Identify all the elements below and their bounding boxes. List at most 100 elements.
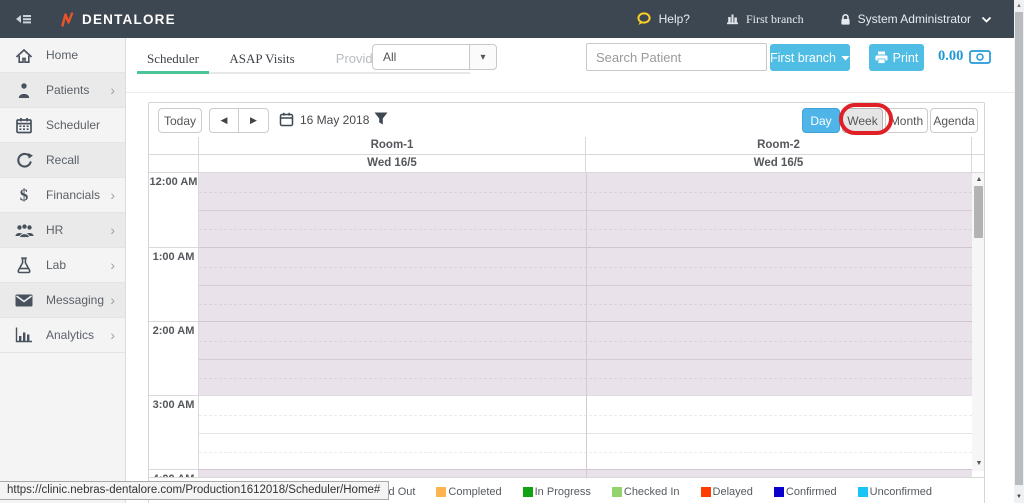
view-agenda-button[interactable]: Agenda xyxy=(930,108,978,133)
page-scrollbar-thumb[interactable] xyxy=(1015,12,1023,485)
next-day-button[interactable]: ▶ xyxy=(239,108,269,133)
calendar-scrollbar[interactable]: ▲ ▼ xyxy=(972,173,984,471)
legend-label: Unconfirmed xyxy=(870,486,932,498)
header-spacer-cell xyxy=(972,155,984,173)
sidebar-item-label: Financials xyxy=(46,188,100,202)
collapse-sidebar-button[interactable] xyxy=(10,12,32,26)
patient-icon xyxy=(14,82,34,99)
filter-funnel-icon[interactable] xyxy=(374,112,388,125)
scroll-down-arrow-icon[interactable]: ▼ xyxy=(972,458,984,469)
sidebar-item-label: Lab xyxy=(46,258,66,272)
room-name-header: Room-1 xyxy=(199,137,586,155)
time-label: 1:00 AM xyxy=(149,247,198,321)
calendar-toolbar: Today ◀ ▶ 16 May 2018 xyxy=(149,103,984,137)
tab-asap-visits[interactable]: ASAP Visits xyxy=(209,47,315,71)
legend-color-swatch xyxy=(858,487,868,497)
balance-display[interactable]: 0.00 xyxy=(938,48,991,65)
lock-icon xyxy=(840,13,851,26)
dollar-icon: $ xyxy=(14,186,34,204)
building-icon xyxy=(726,13,739,25)
view-week-button[interactable]: Week xyxy=(842,108,883,133)
legend-label: Completed xyxy=(448,486,501,498)
printer-icon xyxy=(875,51,888,64)
day-header: Wed 16/5 xyxy=(199,155,586,173)
today-button[interactable]: Today xyxy=(158,108,202,133)
sidebar-item-scheduler[interactable]: Scheduler xyxy=(0,108,125,143)
user-menu[interactable]: System Administrator xyxy=(840,12,992,26)
legend-color-swatch xyxy=(436,487,446,497)
page-scroll-down-icon[interactable]: ▼ xyxy=(1014,492,1024,502)
tab-scheduler[interactable]: Scheduler xyxy=(137,47,209,71)
calendar-body: 12:00 AM1:00 AM2:00 AM3:00 AM4:00 AM ▲ ▼ xyxy=(149,173,984,477)
chevron-right-icon: › xyxy=(110,295,115,305)
people-icon xyxy=(14,223,34,238)
provider-filter-value: All xyxy=(373,45,469,69)
user-label: System Administrator xyxy=(858,12,971,26)
active-tab-underline xyxy=(137,71,209,74)
scheduler-panel: Today ◀ ▶ 16 May 2018 xyxy=(148,102,985,503)
calendar-header: Room-1Room-2Wed 16/5Wed 16/5 xyxy=(149,137,984,173)
chevron-right-icon: › xyxy=(110,85,115,95)
legend-item-delayed: Delayed xyxy=(701,486,753,498)
branch-select-button[interactable]: First branch xyxy=(770,44,850,71)
header-gutter-cell xyxy=(149,155,199,173)
legend-item-checked-in: Checked In xyxy=(612,486,680,498)
brand-name: DENTALORE xyxy=(82,12,176,27)
sidebar-item-label: Messaging xyxy=(46,293,104,307)
view-month-button[interactable]: Month xyxy=(885,108,928,133)
header-spacer-cell xyxy=(972,137,984,155)
legend-label: Checked In xyxy=(624,486,680,498)
branch-label: First branch xyxy=(746,12,804,27)
time-label: 4:00 AM xyxy=(149,469,198,477)
bar-chart-icon xyxy=(14,327,34,343)
sidebar-item-messaging[interactable]: Messaging › xyxy=(0,283,125,318)
view-day-button[interactable]: Day xyxy=(802,108,840,133)
legend-item-in-progress: In Progress xyxy=(523,486,591,498)
sidebar-item-label: Scheduler xyxy=(46,118,100,132)
branch-menu[interactable]: First branch xyxy=(726,12,804,27)
chevron-down-icon[interactable]: ▾ xyxy=(469,45,496,69)
calendar-date-icon[interactable] xyxy=(279,112,294,127)
room-name-header: Room-2 xyxy=(586,137,972,155)
legend-item-unconfirmed: Unconfirmed xyxy=(858,486,932,498)
legend-color-swatch xyxy=(612,487,622,497)
chevron-right-icon: › xyxy=(110,225,115,235)
sidebar-item-label: Recall xyxy=(46,153,79,167)
sidebar-item-financials[interactable]: $Financials› xyxy=(0,178,125,213)
sidebar-item-analytics[interactable]: Analytics› xyxy=(0,318,125,353)
legend-color-swatch xyxy=(701,487,711,497)
time-gutter: 12:00 AM1:00 AM2:00 AM3:00 AM4:00 AM xyxy=(149,173,199,477)
status-url-tooltip: https://clinic.nebras-dentalore.com/Prod… xyxy=(0,481,389,500)
home-icon xyxy=(14,47,34,64)
sidebar-item-patients[interactable]: Patients› xyxy=(0,73,125,108)
current-date-label: 16 May 2018 xyxy=(300,113,369,127)
print-button[interactable]: Print xyxy=(869,44,924,71)
page-scrollbar[interactable]: ▲ ▼ xyxy=(1014,0,1024,503)
sidebar-item-lab[interactable]: Lab › xyxy=(0,248,125,283)
sidebar-item-label: Analytics xyxy=(46,328,94,342)
print-button-label: Print xyxy=(893,51,919,65)
sidebar-item-home[interactable]: Home xyxy=(0,38,125,73)
scroll-up-arrow-icon[interactable]: ▲ xyxy=(972,174,984,185)
refresh-icon xyxy=(14,152,34,169)
time-label: 3:00 AM xyxy=(149,395,198,469)
cash-icon xyxy=(969,50,991,64)
legend-label: Delayed xyxy=(713,486,753,498)
page-scroll-up-icon[interactable]: ▲ xyxy=(1014,1,1024,11)
tab-underline xyxy=(209,72,470,74)
main-content: SchedulerASAP VisitsProvider All ▾ First… xyxy=(126,38,1014,503)
provider-filter-dropdown[interactable]: All ▾ xyxy=(372,44,497,70)
flask-icon xyxy=(14,257,34,274)
app-window: DENTALORE Help? First branch xyxy=(0,0,1024,503)
legend-color-swatch xyxy=(523,487,533,497)
prev-day-button[interactable]: ◀ xyxy=(209,108,239,133)
sidebar-item-recall[interactable]: Recall xyxy=(0,143,125,178)
sidebar-item-label: HR xyxy=(46,223,63,237)
search-patient-input[interactable] xyxy=(586,43,767,71)
day-header: Wed 16/5 xyxy=(586,155,972,173)
sidebar-item-hr[interactable]: HR › xyxy=(0,213,125,248)
help-menu[interactable]: Help? xyxy=(636,12,690,26)
chevron-right-icon: › xyxy=(110,260,115,270)
scrollbar-thumb[interactable] xyxy=(974,186,983,238)
top-navbar: DENTALORE Help? First branch xyxy=(0,0,1014,38)
